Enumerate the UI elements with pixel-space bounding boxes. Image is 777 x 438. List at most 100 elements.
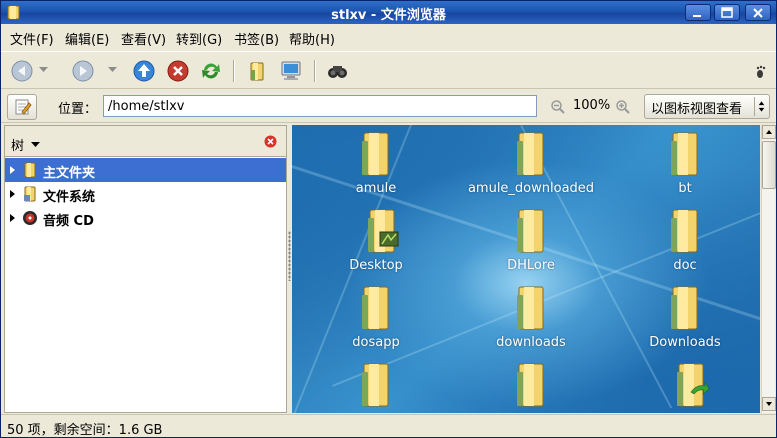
filesystem-icon bbox=[24, 186, 36, 202]
file-item[interactable]: dosapp bbox=[298, 281, 454, 359]
status-bar: 50 项，剩余空间：1.6 GB bbox=[1, 414, 776, 437]
menu-go[interactable]: 转到(G) bbox=[176, 29, 222, 48]
folder-icon bbox=[362, 363, 389, 407]
vertical-scrollbar[interactable] bbox=[761, 125, 776, 413]
zoom-level[interactable]: 100% bbox=[573, 98, 610, 113]
file-item[interactable]: amule_downloaded bbox=[453, 127, 609, 205]
expander-icon[interactable] bbox=[10, 166, 15, 174]
location-input[interactable] bbox=[103, 95, 537, 117]
window-title: stlxv - 文件浏览器 bbox=[331, 8, 446, 23]
side-pane-header: 树 bbox=[5, 126, 286, 157]
back-history-arrow-icon[interactable] bbox=[39, 67, 48, 73]
tree-item-label: 音频 CD bbox=[43, 214, 94, 229]
chevron-down-icon bbox=[766, 402, 772, 406]
view-mode-select[interactable]: 以图标视图查看 bbox=[644, 94, 770, 119]
zoom-in-icon[interactable] bbox=[615, 99, 631, 115]
file-item[interactable]: Downloads bbox=[607, 281, 760, 359]
file-item[interactable] bbox=[298, 358, 454, 413]
search-icon[interactable] bbox=[324, 58, 350, 84]
stop-icon[interactable] bbox=[165, 58, 191, 84]
close-side-pane-icon[interactable] bbox=[264, 135, 277, 148]
side-pane: 树 主文件夹 文件系统 音频 CD bbox=[4, 125, 287, 413]
file-item[interactable] bbox=[453, 358, 609, 413]
minimize-button[interactable] bbox=[685, 4, 711, 21]
folder-link-icon bbox=[677, 363, 710, 407]
file-name: Downloads bbox=[649, 335, 721, 350]
folder-icon bbox=[671, 132, 698, 176]
file-item[interactable] bbox=[607, 358, 760, 413]
back-icon[interactable] bbox=[9, 58, 35, 84]
file-name: Desktop bbox=[349, 258, 403, 273]
title-bar[interactable]: stlxv - 文件浏览器 bbox=[1, 1, 776, 24]
toolbar-separator bbox=[233, 60, 235, 82]
desktop-folder-icon bbox=[368, 209, 399, 253]
scroll-down-button[interactable] bbox=[762, 397, 776, 411]
file-name: dosapp bbox=[352, 335, 400, 350]
side-pane-title: 树 bbox=[11, 139, 25, 154]
activity-footprint-icon bbox=[756, 65, 766, 78]
edit-icon bbox=[15, 99, 32, 115]
chevron-up-icon bbox=[766, 130, 772, 134]
file-item[interactable]: bt bbox=[607, 127, 760, 205]
zoom-out-icon[interactable] bbox=[550, 99, 566, 115]
file-name: DHLore bbox=[507, 258, 555, 273]
home-folder-icon bbox=[24, 162, 36, 178]
side-pane-selector[interactable]: 树 bbox=[11, 135, 41, 154]
file-name: amule bbox=[355, 181, 397, 196]
expander-icon[interactable] bbox=[10, 190, 15, 198]
menu-help[interactable]: 帮助(H) bbox=[289, 29, 335, 48]
tree-item-label: 文件系统 bbox=[43, 190, 96, 205]
menu-edit[interactable]: 编辑(E) bbox=[65, 29, 109, 48]
computer-icon[interactable] bbox=[278, 58, 304, 84]
location-bar: 位置： 100% 以图标视图查看 bbox=[1, 90, 776, 123]
status-text: 50 项，剩余空间：1.6 GB bbox=[7, 423, 163, 438]
menu-file[interactable]: 文件(F) bbox=[10, 29, 54, 48]
folder-icon bbox=[362, 286, 389, 330]
expander-icon[interactable] bbox=[10, 214, 15, 222]
location-label: 位置： bbox=[58, 102, 98, 117]
file-item[interactable]: doc bbox=[607, 204, 760, 282]
maximize-icon bbox=[721, 7, 733, 18]
folder-icon bbox=[671, 209, 698, 253]
toolbar-separator bbox=[314, 60, 316, 82]
forward-history-arrow-icon[interactable] bbox=[108, 67, 117, 73]
folder-icon bbox=[671, 286, 698, 330]
audio-cd-icon bbox=[23, 211, 37, 225]
tree-item-filesystem[interactable]: 文件系统 bbox=[5, 182, 286, 206]
pane-resize-handle[interactable] bbox=[288, 231, 291, 281]
file-browser-window: stlxv - 文件浏览器 文件(F) 编辑(E) 查看(V) 转到(G) 书签… bbox=[0, 0, 777, 438]
file-name: amule_downloaded bbox=[467, 181, 595, 196]
file-name: doc bbox=[673, 258, 697, 273]
tree-item-audio-cd[interactable]: 音频 CD bbox=[5, 206, 286, 230]
minimize-icon bbox=[693, 15, 701, 17]
folder-icon bbox=[517, 209, 544, 253]
scroll-up-button[interactable] bbox=[762, 125, 776, 139]
file-name: bt bbox=[678, 181, 692, 196]
maximize-button[interactable] bbox=[714, 4, 740, 21]
folder-icon bbox=[517, 132, 544, 176]
file-item[interactable]: amule bbox=[298, 127, 454, 205]
icon-view[interactable]: amule amule_downloaded bt Desktop DHLore… bbox=[292, 125, 760, 413]
menu-view[interactable]: 查看(V) bbox=[121, 29, 166, 48]
menu-bar: 文件(F) 编辑(E) 查看(V) 转到(G) 书签(B) 帮助(H) bbox=[1, 25, 776, 49]
up-icon[interactable] bbox=[131, 58, 157, 84]
chevron-down-icon bbox=[31, 142, 41, 147]
forward-icon[interactable] bbox=[70, 58, 96, 84]
chevron-up-down-icon bbox=[754, 97, 765, 116]
reload-icon[interactable] bbox=[198, 58, 224, 84]
scroll-thumb[interactable] bbox=[762, 141, 776, 189]
menu-bookmarks[interactable]: 书签(B) bbox=[234, 29, 279, 48]
close-icon bbox=[753, 8, 763, 18]
toggle-location-button[interactable] bbox=[7, 94, 37, 120]
file-item[interactable]: downloads bbox=[453, 281, 609, 359]
file-item[interactable]: DHLore bbox=[453, 204, 609, 282]
folder-icon bbox=[517, 286, 544, 330]
file-name: downloads bbox=[496, 335, 566, 350]
tree-item-home[interactable]: 主文件夹 bbox=[5, 158, 286, 182]
folder-icon bbox=[517, 363, 544, 407]
home-icon[interactable] bbox=[244, 58, 270, 84]
file-item[interactable]: Desktop bbox=[298, 204, 454, 282]
view-mode-label: 以图标视图查看 bbox=[651, 102, 743, 117]
toolbar bbox=[1, 51, 776, 89]
close-button[interactable] bbox=[745, 4, 771, 21]
